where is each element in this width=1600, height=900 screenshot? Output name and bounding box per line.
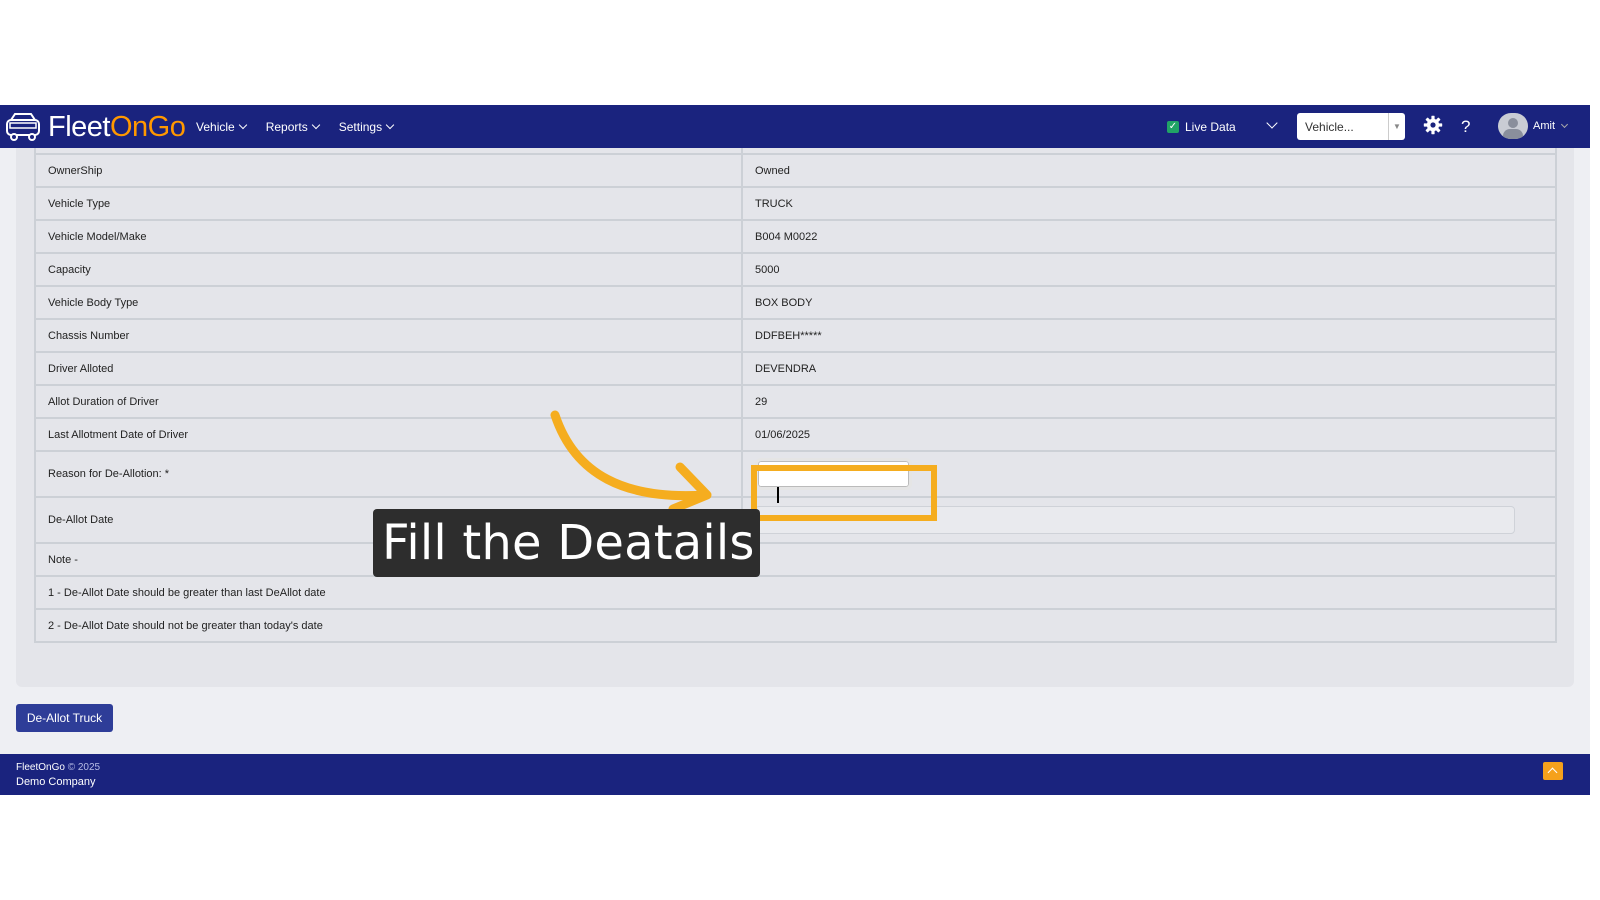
table-row: Note - [34, 542, 1557, 577]
note-item: 2 - De-Allot Date should not be greater … [34, 608, 1557, 643]
footer-company: Demo Company [16, 776, 96, 788]
user-menu[interactable]: Amit [1498, 113, 1569, 139]
footer-year: © 2025 [67, 762, 101, 773]
row-value: 01/06/2025 [741, 417, 1557, 452]
row-value: 29 [741, 384, 1557, 419]
deallot-truck-button[interactable]: De-Allot Truck [16, 704, 113, 732]
callout-text: Fill the Deatails [382, 515, 755, 571]
row-value: DEVENDRA [741, 351, 1557, 386]
row-value: 5000 [741, 252, 1557, 287]
truck-logo-icon [6, 113, 40, 141]
chevron-down-icon [385, 120, 395, 129]
nav-vehicle-label: Vehicle [196, 119, 235, 134]
top-navbar: FleetOnGo Vehicle Reports Settings ✓ Liv… [0, 105, 1590, 148]
table-row: OwnerShip Owned [34, 153, 1557, 188]
row-value: B004 M0022 [741, 219, 1557, 254]
row-label: Vehicle Body Type [34, 285, 743, 320]
footer-copyright: FleetOnGo © 2025 [16, 762, 100, 773]
help-icon[interactable]: ? [1461, 117, 1470, 137]
row-label: Vehicle Model/Make [34, 219, 743, 254]
nav-settings-label: Settings [338, 119, 383, 134]
nav-reports[interactable]: Reports [265, 119, 320, 134]
dropdown-arrow-icon: ▼ [1388, 113, 1405, 140]
main-nav: Vehicle Reports Settings [196, 105, 413, 148]
row-label: OwnerShip [34, 153, 743, 188]
footer: FleetOnGo © 2025 Demo Company [0, 754, 1590, 795]
nav-vehicle[interactable]: Vehicle [196, 119, 247, 134]
avatar [1498, 113, 1528, 139]
live-data-label: Live Data [1185, 119, 1236, 134]
note-title: Note - [34, 542, 1557, 577]
chevron-down-icon [1560, 120, 1569, 128]
table-row: Capacity 5000 [34, 252, 1557, 287]
brand-logo[interactable]: FleetOnGo [4, 108, 186, 146]
note-item: 1 - De-Allot Date should be greater than… [34, 575, 1557, 610]
chevron-down-icon [238, 120, 247, 129]
chevron-down-icon[interactable] [1266, 117, 1278, 129]
scroll-to-top-icon[interactable] [1543, 762, 1563, 780]
chevron-down-icon [311, 120, 320, 129]
table-row: 1 - De-Allot Date should be greater than… [34, 575, 1557, 610]
table-row: Chassis Number DDFBEH***** [34, 318, 1557, 353]
vehicle-select[interactable]: Vehicle... ▼ [1297, 113, 1405, 140]
table-row: Vehicle Body Type BOX BODY [34, 285, 1557, 320]
table-row: Driver Alloted DEVENDRA [34, 351, 1557, 386]
row-value: DDFBEH***** [741, 318, 1557, 353]
user-name: Amit [1533, 120, 1555, 132]
nav-reports-label: Reports [265, 119, 308, 134]
gear-icon[interactable] [1423, 115, 1443, 140]
vehicle-select-value: Vehicle... [1305, 120, 1354, 134]
table-row: Allot Duration of Driver 29 [34, 384, 1557, 419]
row-label: Vehicle Type [34, 186, 743, 221]
row-value: BOX BODY [741, 285, 1557, 320]
live-data-toggle[interactable]: ✓ Live Data [1167, 105, 1236, 148]
table-row: Vehicle Model/Make B004 M0022 [34, 219, 1557, 254]
text-cursor [777, 487, 779, 503]
table-row: 2 - De-Allot Date should not be greater … [34, 608, 1557, 643]
row-label: Capacity [34, 252, 743, 287]
table-row: Vehicle Type TRUCK [34, 186, 1557, 221]
vehicle-details-table: Pan No OwnerShipOwned Vehicle TypeTRUCK … [34, 133, 1557, 643]
app-window: FleetOnGo Vehicle Reports Settings ✓ Liv… [0, 105, 1590, 795]
table-row: Last Allotment Date of Driver 01/06/2025 [34, 417, 1557, 452]
row-value: TRUCK [741, 186, 1557, 221]
row-value: Owned [741, 153, 1557, 188]
row-label: Chassis Number [34, 318, 743, 353]
live-data-checkbox[interactable]: ✓ [1167, 120, 1179, 133]
row-label: Driver Alloted [34, 351, 743, 386]
footer-brand: FleetOnGo [16, 762, 65, 773]
instruction-callout: Fill the Deatails [373, 509, 760, 577]
brand-name: FleetOnGo [48, 110, 186, 143]
pointer-arrow-icon [550, 410, 712, 514]
nav-settings[interactable]: Settings [338, 119, 395, 134]
